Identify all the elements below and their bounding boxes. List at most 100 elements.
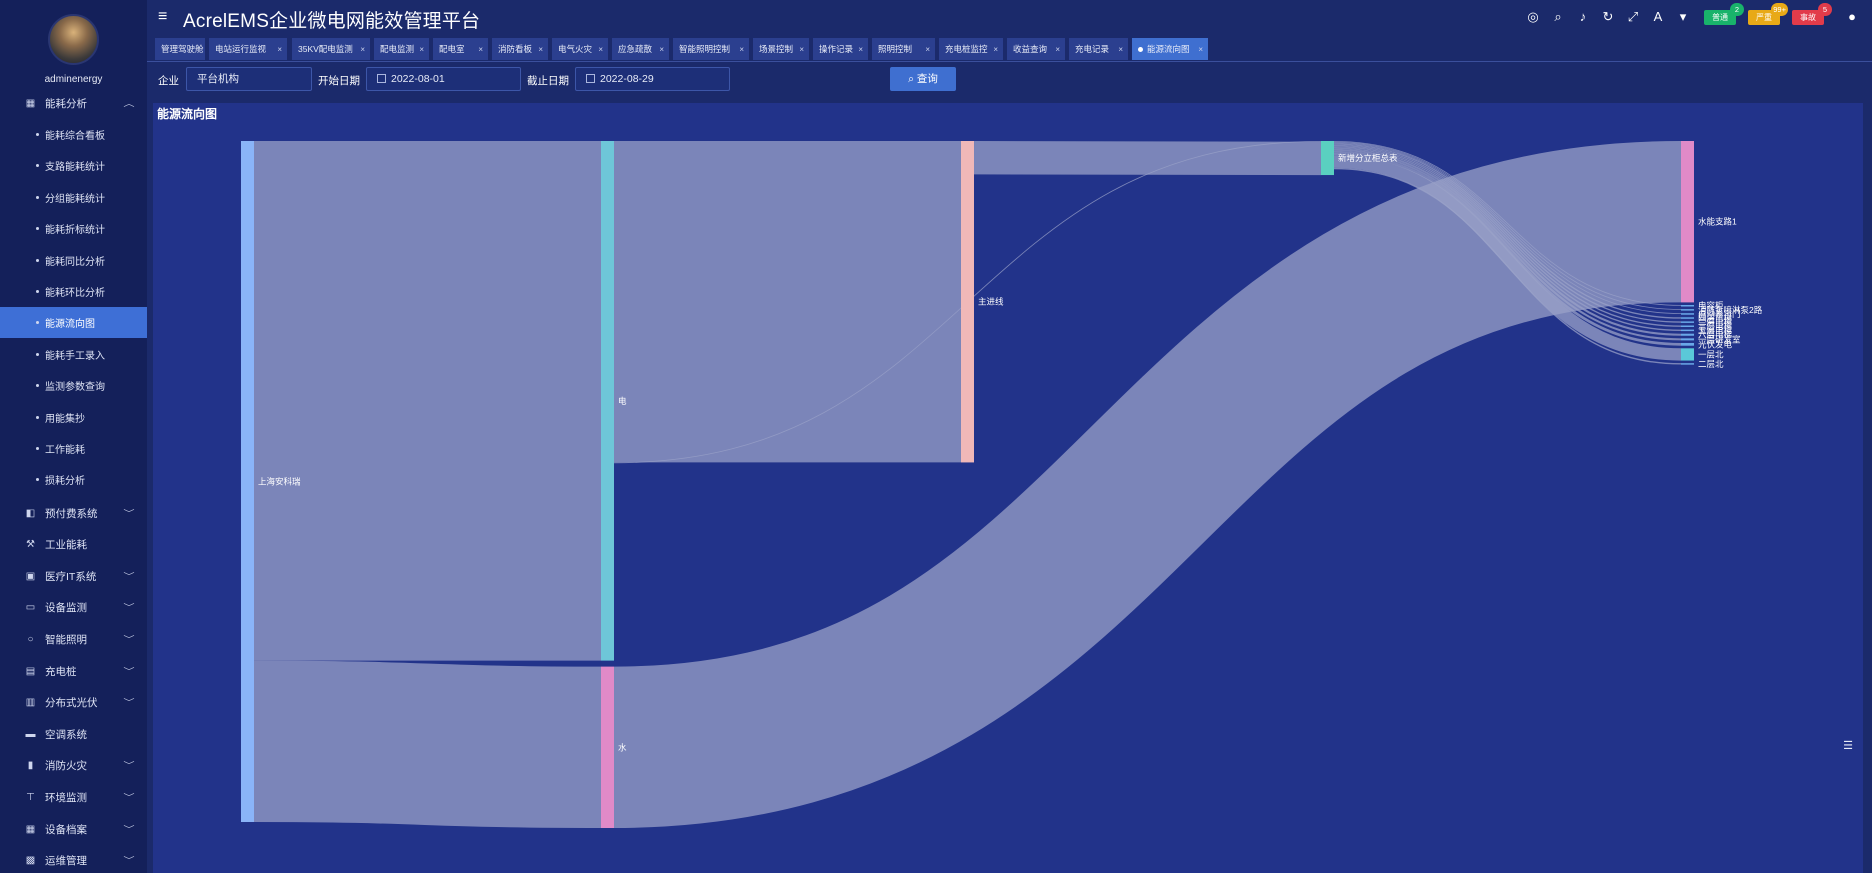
tab[interactable]: 35KV配电监测 × [292, 38, 370, 60]
bullet-icon [36, 415, 39, 419]
sidebar-subitem[interactable]: 监测参数查询 [0, 370, 147, 401]
sidebar-menu[interactable]: ◧ 预付费系统 ﹀ [0, 502, 147, 524]
tab[interactable]: 收益查询 × [1007, 38, 1065, 60]
sidebar-menu[interactable]: ▩ 运维管理 ﹀ [0, 850, 147, 872]
tab[interactable]: 照明控制 × [872, 38, 935, 60]
sidebar-menu[interactable]: ⊤ 环境监测 ﹀ [0, 786, 147, 808]
alarm-button[interactable]: 事故 5 [1792, 3, 1832, 25]
user-icon[interactable]: ● [1844, 9, 1860, 25]
close-tab-icon[interactable]: × [993, 45, 998, 54]
settings-icon[interactable]: ☰ [1843, 739, 1853, 752]
sankey-node[interactable] [1681, 363, 1694, 365]
tab[interactable]: 能源流向图 × [1132, 38, 1208, 60]
close-tab-icon[interactable]: × [1198, 45, 1203, 54]
sidebar-subitem[interactable]: 能耗同比分析 [0, 245, 147, 276]
menu-energy-analysis[interactable]: ▦ 能耗分析 ︿ [0, 92, 147, 114]
query-button[interactable]: ⌕ 查询 [890, 67, 956, 91]
close-tab-icon[interactable]: × [598, 45, 603, 54]
sidebar-menu-label: 空调系统 [45, 728, 87, 741]
sankey-node[interactable] [1681, 317, 1694, 319]
sidebar-subitem[interactable]: 用能集抄 [0, 402, 147, 433]
end-date-input[interactable]: 2022-08-29 [575, 67, 730, 91]
lifebuoy-icon[interactable]: ◎ [1525, 9, 1541, 25]
sankey-node[interactable] [1681, 333, 1694, 336]
sankey-node[interactable] [1681, 338, 1694, 341]
sidebar-menu[interactable]: ⚒ 工业能耗 [0, 534, 147, 556]
sankey-node[interactable] [1681, 321, 1694, 323]
sankey-node[interactable] [601, 141, 614, 661]
sankey-node[interactable] [241, 141, 254, 822]
sidebar-subitem-label: 用能集抄 [45, 413, 85, 425]
sidebar-menu[interactable]: ▮ 消防火灾 ﹀ [0, 755, 147, 777]
sankey-node[interactable] [601, 666, 614, 828]
close-tab-icon[interactable]: × [739, 45, 744, 54]
sankey-node[interactable] [1321, 141, 1334, 176]
close-tab-icon[interactable]: × [1055, 45, 1060, 54]
tab[interactable]: 配电室 × [433, 38, 488, 60]
tab[interactable]: 配电监测 × [374, 38, 429, 60]
tab[interactable]: 充电记录 × [1069, 38, 1128, 60]
tab[interactable]: 应急疏散 × [612, 38, 669, 60]
sidebar-menu[interactable]: ▬ 空调系统 [0, 723, 147, 745]
theme-icon[interactable]: ▾ [1675, 9, 1691, 25]
alarm-button[interactable]: 普通 2 [1704, 3, 1744, 25]
sankey-node[interactable] [1681, 141, 1694, 303]
sidebar-menu[interactable]: ▭ 设备监测 ﹀ [0, 597, 147, 619]
sidebar-subitem[interactable]: 损耗分析 [0, 464, 147, 495]
sankey-link[interactable] [253, 660, 602, 829]
sankey-link[interactable] [973, 141, 1322, 176]
tab[interactable]: 场景控制 × [753, 38, 809, 60]
sidebar-subitem[interactable]: 工作能耗 [0, 433, 147, 464]
sidebar-menu[interactable]: ▣ 医疗IT系统 ﹀ [0, 565, 147, 587]
sidebar-menu[interactable]: ▦ 设备档案 ﹀ [0, 818, 147, 840]
sidebar-subitem[interactable]: 能耗手工录入 [0, 339, 147, 370]
sidebar-subitem[interactable]: 支路能耗统计 [0, 150, 147, 181]
menu-toggle-icon[interactable]: ≡ [158, 8, 167, 26]
sidebar-subitem[interactable]: 能耗折标统计 [0, 213, 147, 244]
tab-label: 收益查询 [1013, 44, 1048, 54]
refresh-icon[interactable]: ↻ [1600, 9, 1616, 25]
close-tab-icon[interactable]: × [799, 45, 804, 54]
sidebar-subitem[interactable]: 能耗环比分析 [0, 276, 147, 307]
sidebar-menu[interactable]: ▤ 充电桩 ﹀ [0, 660, 147, 682]
tab[interactable]: 电站运行监视 × [209, 38, 287, 60]
close-tab-icon[interactable]: × [1118, 45, 1123, 54]
sankey-node[interactable] [1681, 304, 1694, 307]
search-icon[interactable]: ⌕ [1550, 9, 1566, 25]
close-tab-icon[interactable]: × [478, 45, 483, 54]
avatar[interactable] [48, 14, 99, 65]
sankey-node-label: 水能支路1 [1698, 217, 1737, 227]
tab[interactable]: 智能照明控制 × [673, 38, 749, 60]
sidebar-subitem[interactable]: 能耗综合看板 [0, 119, 147, 150]
sankey-node[interactable] [1681, 342, 1694, 346]
tab[interactable]: 管理驾驶舱 [155, 38, 205, 60]
tab[interactable]: 操作记录 × [813, 38, 868, 60]
font-size-icon[interactable]: A [1650, 9, 1666, 25]
sankey-node[interactable] [1681, 348, 1694, 361]
close-tab-icon[interactable]: × [277, 45, 282, 54]
close-tab-icon[interactable]: × [360, 45, 365, 54]
sankey-node[interactable] [1681, 313, 1694, 315]
sankey-node[interactable] [1681, 329, 1694, 332]
volume-icon[interactable]: ♪ [1575, 9, 1591, 25]
sidebar-subitem[interactable]: 分组能耗统计 [0, 182, 147, 213]
tab[interactable]: 充电桩监控 × [939, 38, 1003, 60]
start-date-input[interactable]: 2022-08-01 [366, 67, 521, 91]
company-select[interactable]: 平台机构 [186, 67, 312, 91]
sankey-node[interactable] [961, 141, 974, 463]
alarm-button[interactable]: 严重 99+ [1748, 3, 1788, 25]
sankey-node[interactable] [1681, 325, 1694, 327]
fullscreen-icon[interactable]: ⤢ [1625, 9, 1641, 25]
sidebar-menu[interactable]: ○ 智能照明 ﹀ [0, 628, 147, 650]
sidebar-menu[interactable]: ▥ 分布式光伏 ﹀ [0, 692, 147, 714]
tab[interactable]: 电气火灾 × [552, 38, 608, 60]
close-tab-icon[interactable]: × [419, 45, 424, 54]
close-tab-icon[interactable]: × [858, 45, 863, 54]
close-tab-icon[interactable]: × [659, 45, 664, 54]
close-tab-icon[interactable]: × [925, 45, 930, 54]
sankey-node[interactable] [1681, 309, 1694, 311]
close-tab-icon[interactable]: × [538, 45, 543, 54]
sidebar-subitem[interactable]: 能源流向图 [0, 307, 147, 339]
app-title: AcrelEMS企业微电网能效管理平台 [183, 11, 481, 32]
tab[interactable]: 消防看板 × [492, 38, 548, 60]
